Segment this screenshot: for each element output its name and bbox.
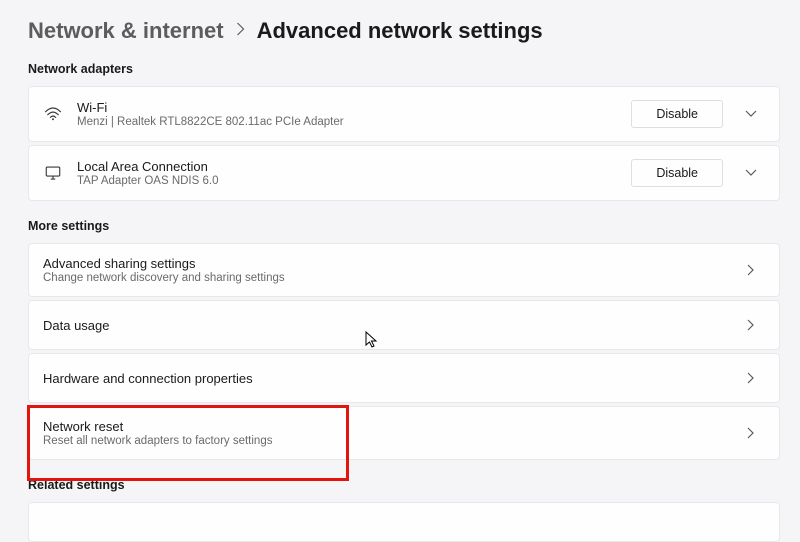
adapter-title: Local Area Connection: [77, 159, 617, 174]
section-label-more: More settings: [28, 219, 780, 233]
chevron-right-icon: [737, 264, 765, 276]
adapter-title: Wi-Fi: [77, 100, 617, 115]
row-title: Hardware and connection properties: [43, 371, 723, 386]
row-network-reset[interactable]: Network reset Reset all network adapters…: [28, 406, 780, 460]
row-text: Advanced sharing settings Change network…: [43, 256, 723, 284]
chevron-down-icon[interactable]: [737, 110, 765, 118]
chevron-right-icon: [737, 319, 765, 331]
wifi-icon: [43, 104, 63, 124]
breadcrumb: Network & internet Advanced network sett…: [28, 18, 780, 44]
disable-button[interactable]: Disable: [631, 159, 723, 187]
chevron-right-icon: [236, 22, 245, 41]
adapter-text: Wi-Fi Menzi | Realtek RTL8822CE 802.11ac…: [77, 100, 617, 128]
chevron-right-icon: [737, 427, 765, 439]
disable-button[interactable]: Disable: [631, 100, 723, 128]
row-hardware-props[interactable]: Hardware and connection properties: [28, 353, 780, 403]
adapter-row-lan[interactable]: Local Area Connection TAP Adapter OAS ND…: [28, 145, 780, 201]
row-subtitle: Reset all network adapters to factory se…: [43, 435, 723, 447]
adapter-subtitle: Menzi | Realtek RTL8822CE 802.11ac PCIe …: [77, 116, 617, 128]
page-title: Advanced network settings: [257, 18, 543, 44]
chevron-down-icon[interactable]: [737, 169, 765, 177]
adapter-text: Local Area Connection TAP Adapter OAS ND…: [77, 159, 617, 187]
row-text: Data usage: [43, 318, 723, 333]
row-title: Network reset: [43, 419, 723, 434]
row-data-usage[interactable]: Data usage: [28, 300, 780, 350]
row-subtitle: Change network discovery and sharing set…: [43, 272, 723, 284]
adapter-row-wifi[interactable]: Wi-Fi Menzi | Realtek RTL8822CE 802.11ac…: [28, 86, 780, 142]
row-title: Data usage: [43, 318, 723, 333]
section-label-adapters: Network adapters: [28, 62, 780, 76]
row-advanced-sharing[interactable]: Advanced sharing settings Change network…: [28, 243, 780, 297]
row-text: Network reset Reset all network adapters…: [43, 419, 723, 447]
related-row-cut[interactable]: [28, 502, 780, 542]
more-settings-list: Advanced sharing settings Change network…: [28, 243, 780, 460]
chevron-right-icon: [737, 372, 765, 384]
breadcrumb-parent[interactable]: Network & internet: [28, 18, 224, 44]
row-text: Hardware and connection properties: [43, 371, 723, 386]
row-title: Advanced sharing settings: [43, 256, 723, 271]
adapter-list: Wi-Fi Menzi | Realtek RTL8822CE 802.11ac…: [28, 86, 780, 201]
monitor-icon: [43, 163, 63, 183]
adapter-subtitle: TAP Adapter OAS NDIS 6.0: [77, 175, 617, 187]
section-label-related: Related settings: [28, 478, 780, 492]
